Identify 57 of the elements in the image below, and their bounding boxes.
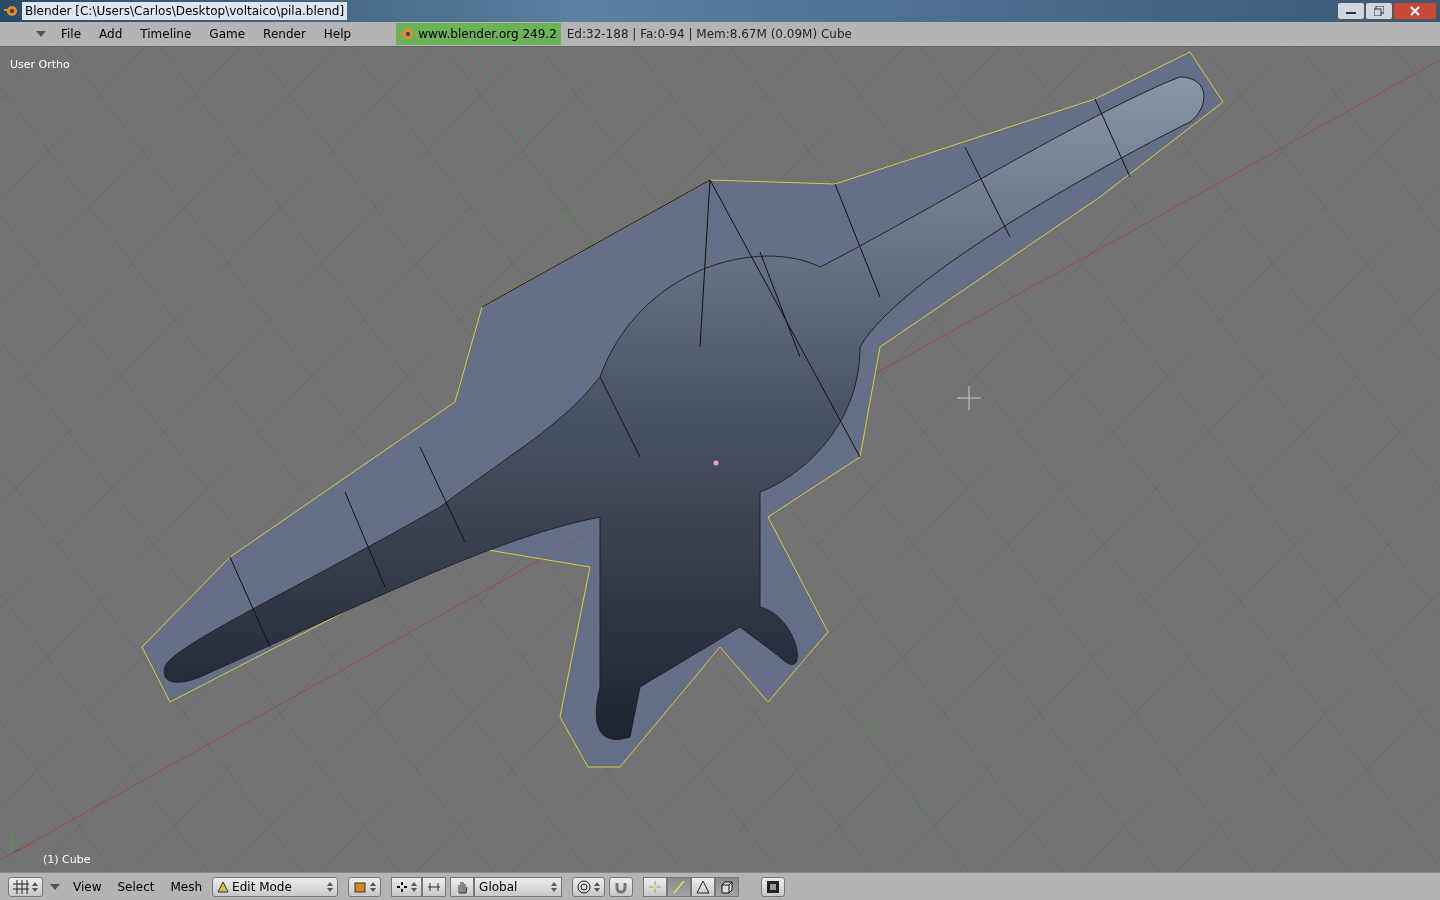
hand-icon-button[interactable]: [450, 876, 475, 897]
image-icon: [766, 879, 781, 894]
draw-type-button[interactable]: [348, 876, 382, 897]
menu-collapse-icon[interactable]: [36, 31, 46, 37]
up-down-arrows-icon: [327, 881, 334, 892]
maximize-button[interactable]: [1365, 2, 1393, 20]
blender-logo-icon: [4, 5, 18, 17]
edge-select-button[interactable]: [667, 876, 692, 897]
blender-logo-icon: [400, 28, 415, 40]
up-down-arrows-icon: [551, 881, 558, 892]
edge-icon: [672, 879, 687, 894]
hand-icon: [455, 879, 470, 894]
menu-item[interactable]: Select: [111, 877, 161, 896]
face-select-button[interactable]: [691, 876, 716, 897]
target-circle-icon: [577, 879, 592, 894]
minimize-button[interactable]: [1337, 2, 1365, 20]
up-down-arrows-icon: [594, 881, 601, 892]
snap-button[interactable]: [609, 876, 634, 897]
orientation-dropdown[interactable]: Global: [474, 876, 563, 897]
cube-icon: [353, 879, 368, 894]
up-down-arrows-icon: [411, 881, 418, 892]
menu-item[interactable]: Timeline: [131, 25, 201, 43]
pivot-button[interactable]: [391, 876, 423, 897]
menu-item[interactable]: Mesh: [164, 877, 209, 896]
manipulator-icon: [427, 881, 442, 892]
restore-icon: [1374, 6, 1384, 16]
scene-stats: Ed:32-188 | Fa:0-94 | Mem:8.67M (0.09M) Cube: [566, 26, 852, 43]
menu-item[interactable]: Add: [90, 25, 132, 43]
proportional-edit-button[interactable]: [572, 876, 606, 897]
menu-item[interactable]: Game: [200, 25, 255, 43]
mode-dropdown[interactable]: Edit Mode: [212, 876, 339, 897]
menu-item[interactable]: File: [52, 25, 91, 43]
grid-icon: [13, 879, 29, 894]
transform-manipulator-button[interactable]: [422, 876, 447, 897]
triangle-icon: [696, 879, 711, 894]
vertex-icon: [648, 879, 663, 894]
window-title: Blender [C:\Users\Carlos\Desktop\voltaico\pila.blend]: [22, 2, 348, 20]
up-down-arrows-icon: [370, 881, 377, 892]
triangle-icon: [217, 880, 230, 893]
menu-item[interactable]: View: [67, 877, 108, 896]
up-down-arrows-icon: [32, 881, 38, 892]
version-text: www.blender.org 249.2: [418, 26, 557, 43]
3d-cursor-icon: [956, 385, 982, 411]
vertex-select-button[interactable]: [643, 876, 668, 897]
pivot-dots-icon: [396, 880, 409, 893]
menu-item[interactable]: Render: [254, 25, 315, 43]
occlude-button[interactable]: [715, 876, 740, 897]
editor-type-button[interactable]: [8, 876, 43, 897]
menu-collapse-icon[interactable]: [50, 883, 60, 890]
close-button[interactable]: [1393, 2, 1437, 20]
cube-icon: [720, 879, 735, 894]
view-label: User Ortho: [10, 57, 70, 73]
menu-item[interactable]: Help: [314, 25, 361, 43]
object-label: (1) Cube: [43, 852, 91, 868]
axis-gizmo-icon: [11, 836, 31, 854]
render-button[interactable]: [761, 876, 786, 897]
close-icon: [1410, 6, 1420, 16]
